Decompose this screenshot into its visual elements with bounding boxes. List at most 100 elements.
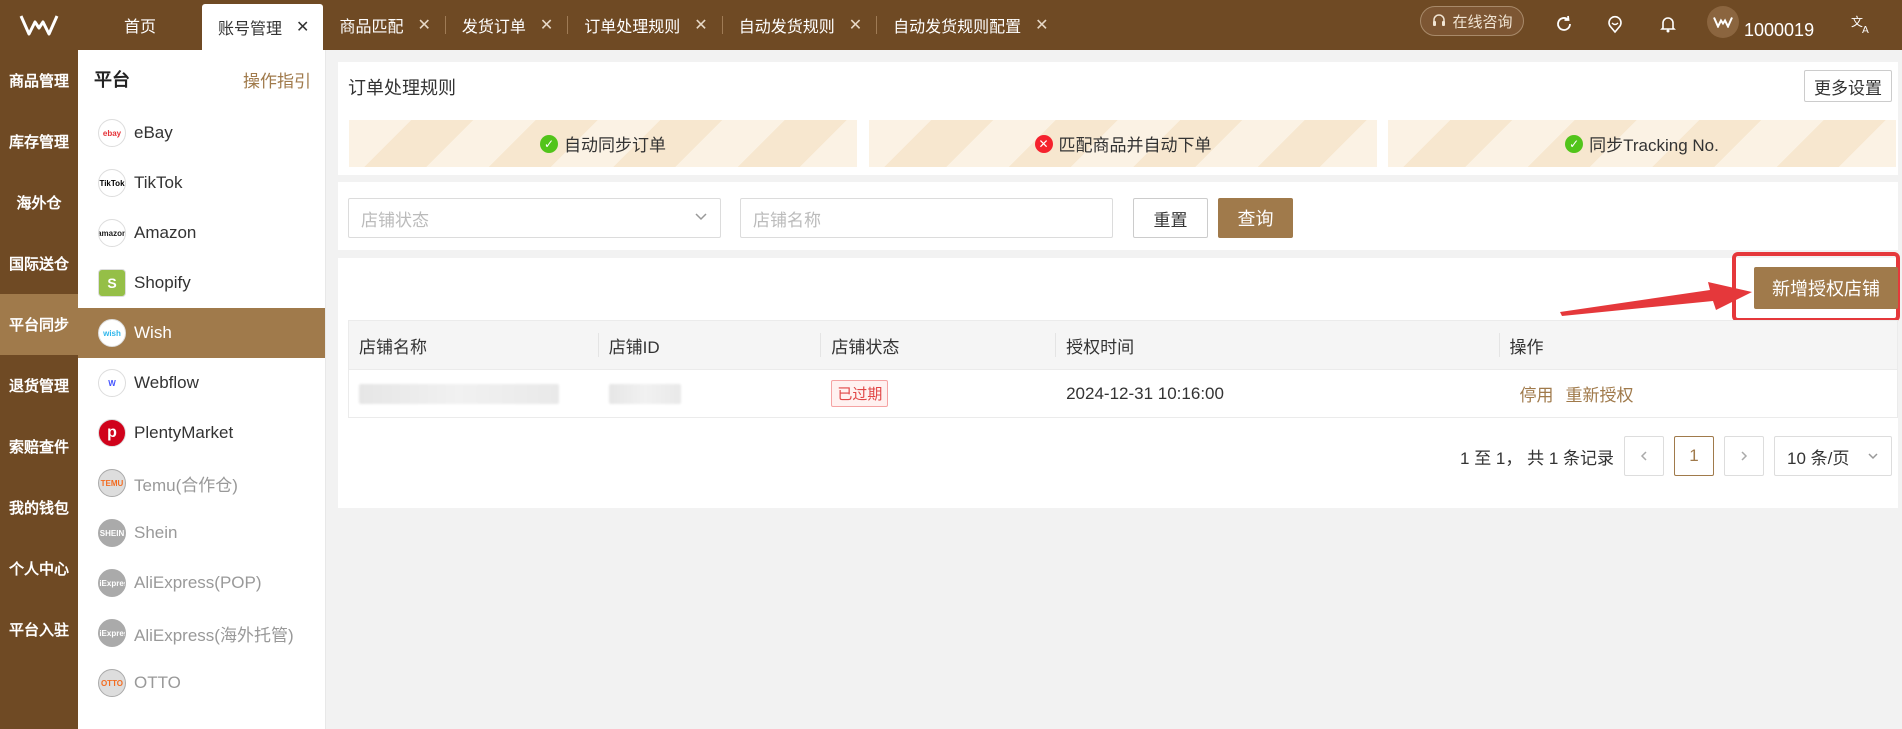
platform-item-5[interactable]: W Webflow <box>78 358 325 408</box>
top-bar: 首页 账号管理 ✕ 商品匹配 ✕ 发货订单 ✕ 订单处理规则 ✕ 自动发货规则 ✕ 自动发货规则配置 ✕… <box>0 0 1902 50</box>
pointer-arrow-icon <box>1560 282 1752 316</box>
filter-bar: 店铺状态 店铺名称 重置 查询 <box>338 182 1898 250</box>
nav-item-3[interactable]: 国际送仓 <box>0 233 78 294</box>
tab-label: 商品匹配 <box>339 19 404 36</box>
nav-item-4[interactable]: 平台同步 <box>0 294 78 355</box>
banner-label: 自动同步订单 <box>564 136 666 155</box>
reauthorize-link[interactable]: 重新授权 <box>1566 381 1634 406</box>
store-name-cell <box>349 370 599 417</box>
platform-logo-icon: SHEIN <box>98 519 126 547</box>
page-number-current[interactable]: 1 <box>1674 436 1714 476</box>
prev-page-button[interactable] <box>1624 436 1664 476</box>
more-settings-button[interactable]: 更多设置 <box>1804 70 1892 102</box>
platform-item-6[interactable]: p PlentyMarket <box>78 408 325 458</box>
platform-item-11[interactable]: OTTO OTTO <box>78 658 325 708</box>
tab-1[interactable]: 账号管理 ✕ <box>202 4 324 50</box>
close-icon[interactable]: ✕ <box>694 15 707 35</box>
tab-2[interactable]: 商品匹配 ✕ <box>323 0 444 50</box>
translate-icon[interactable]: 文A <box>1848 10 1876 38</box>
guide-link[interactable]: 操作指引 <box>243 67 311 92</box>
svg-text:A: A <box>1862 25 1869 34</box>
nav-item-5[interactable]: 退货管理 <box>0 355 78 416</box>
refresh-icon[interactable] <box>1550 10 1578 38</box>
close-icon[interactable]: ✕ <box>1035 15 1048 35</box>
check-circle-icon: ✓ <box>1565 134 1584 153</box>
platform-logo-icon: TikTok <box>98 169 126 197</box>
platform-item-3[interactable]: S Shopify <box>78 258 325 308</box>
platform-item-4[interactable]: wish Wish <box>78 308 325 358</box>
avatar[interactable] <box>1707 6 1739 38</box>
tab-label: 首页 <box>124 19 157 36</box>
nav-item-7[interactable]: 我的钱包 <box>0 477 78 538</box>
user-id[interactable]: 1000019 <box>1744 20 1814 41</box>
nav-item-1[interactable]: 库存管理 <box>0 111 78 172</box>
chevron-down-icon <box>694 209 708 226</box>
nav-item-0[interactable]: 商品管理 <box>0 50 78 111</box>
platform-item-7[interactable]: TEMU Temu(合作仓) <box>78 458 325 508</box>
page-size-select[interactable]: 10 条/页 <box>1774 436 1892 476</box>
query-button[interactable]: 查询 <box>1218 198 1293 238</box>
chevron-down-icon <box>1868 453 1878 460</box>
store-status-placeholder: 店铺状态 <box>361 210 429 230</box>
close-icon[interactable]: ✕ <box>296 17 309 37</box>
tab-3[interactable]: 发货订单 ✕ <box>446 0 567 50</box>
col-store-name: 店铺名称 <box>349 333 599 357</box>
tab-6[interactable]: 自动发货规则配置 ✕ <box>877 0 1062 50</box>
tab-5[interactable]: 自动发货规则 ✕ <box>723 0 876 50</box>
brand-logo[interactable] <box>0 0 78 50</box>
close-icon[interactable]: ✕ <box>417 15 430 35</box>
store-table-card: 新增授权店铺 店铺名称 店铺ID 店铺状态 授权时间 操作 已过期 2024-1… <box>338 252 1900 508</box>
platform-logo-icon: W <box>98 369 126 397</box>
tab-bar: 首页 账号管理 ✕ 商品匹配 ✕ 发货订单 ✕ 订单处理规则 ✕ 自动发货规则 ✕ 自动发货规则配置 ✕ <box>78 0 1063 50</box>
tab-label: 账号管理 <box>218 21 283 38</box>
banner-label: 同步Tracking No. <box>1589 136 1719 155</box>
platform-item-2[interactable]: amazon Amazon <box>78 208 325 258</box>
actions-cell: 停用 重新授权 <box>1500 370 1898 417</box>
disable-link[interactable]: 停用 <box>1520 381 1554 406</box>
platform-label: OTTO <box>134 673 181 692</box>
tab-0[interactable]: 首页 <box>78 0 202 50</box>
headset-icon <box>1433 14 1446 26</box>
logo-icon <box>19 15 59 36</box>
platform-panel: 平台 操作指引 ebay eBay TikTok TikTok amazon Amazon… <box>78 50 326 729</box>
rule-banner-sync-tracking: ✓ 同步Tracking No. <box>1388 120 1896 167</box>
platform-label: Amazon <box>134 223 197 242</box>
store-status-select[interactable]: 店铺状态 <box>348 198 721 238</box>
nav-item-9[interactable]: 平台入驻 <box>0 599 78 660</box>
reset-button[interactable]: 重置 <box>1133 198 1208 238</box>
platform-label: AliExpress(海外托管) <box>134 625 294 645</box>
rule-banner-sync-orders: ✓ 自动同步订单 <box>349 120 857 167</box>
feedback-icon[interactable] <box>1601 10 1629 38</box>
pagination: 1 至 1， 共 1 条记录 1 10 条/页 <box>1460 436 1892 476</box>
platform-item-10[interactable]: AliExpress AliExpress(海外托管) <box>78 608 325 658</box>
platform-item-1[interactable]: TikTok TikTok <box>78 158 325 208</box>
online-consult-button[interactable]: 在线咨询 <box>1420 6 1524 36</box>
rules-title: 订单处理规则 <box>348 78 456 98</box>
left-nav: 商品管理 库存管理 海外仓 国际送仓 平台同步 退货管理 索赔查件 我的钱包 个人中心 平台入驻 <box>0 50 78 729</box>
platform-label: Temu(合作仓) <box>134 475 238 495</box>
col-store-id: 店铺ID <box>599 333 822 357</box>
nav-item-2[interactable]: 海外仓 <box>0 172 78 233</box>
bell-icon[interactable] <box>1654 10 1682 38</box>
platform-logo-icon: TEMU <box>98 469 126 497</box>
platform-label: TikTok <box>134 173 183 192</box>
table-row: 已过期 2024-12-31 10:16:00 停用 重新授权 <box>349 369 1897 417</box>
check-circle-icon: ✓ <box>540 134 558 153</box>
platform-header: 平台 操作指引 <box>78 50 325 108</box>
close-icon[interactable]: ✕ <box>849 15 862 35</box>
pagination-summary: 1 至 1， 共 1 条记录 <box>1460 448 1614 468</box>
nav-item-6[interactable]: 索赔查件 <box>0 416 78 477</box>
auth-time-cell: 2024-12-31 10:16:00 <box>1066 383 1224 403</box>
platform-item-9[interactable]: AliExpress AliExpress(POP) <box>78 558 325 608</box>
platform-logo-icon: AliExpress <box>98 619 126 647</box>
add-authorized-store-button[interactable]: 新增授权店铺 <box>1754 267 1898 309</box>
next-page-button[interactable] <box>1724 436 1764 476</box>
store-name-input[interactable]: 店铺名称 <box>740 198 1113 238</box>
nav-item-8[interactable]: 个人中心 <box>0 538 78 599</box>
platform-logo-icon: wish <box>98 319 126 347</box>
close-icon[interactable]: ✕ <box>540 15 553 35</box>
chevron-left-icon <box>1640 451 1647 461</box>
platform-item-0[interactable]: ebay eBay <box>78 108 325 158</box>
tab-4[interactable]: 订单处理规则 ✕ <box>568 0 721 50</box>
platform-item-8[interactable]: SHEIN Shein <box>78 508 325 558</box>
